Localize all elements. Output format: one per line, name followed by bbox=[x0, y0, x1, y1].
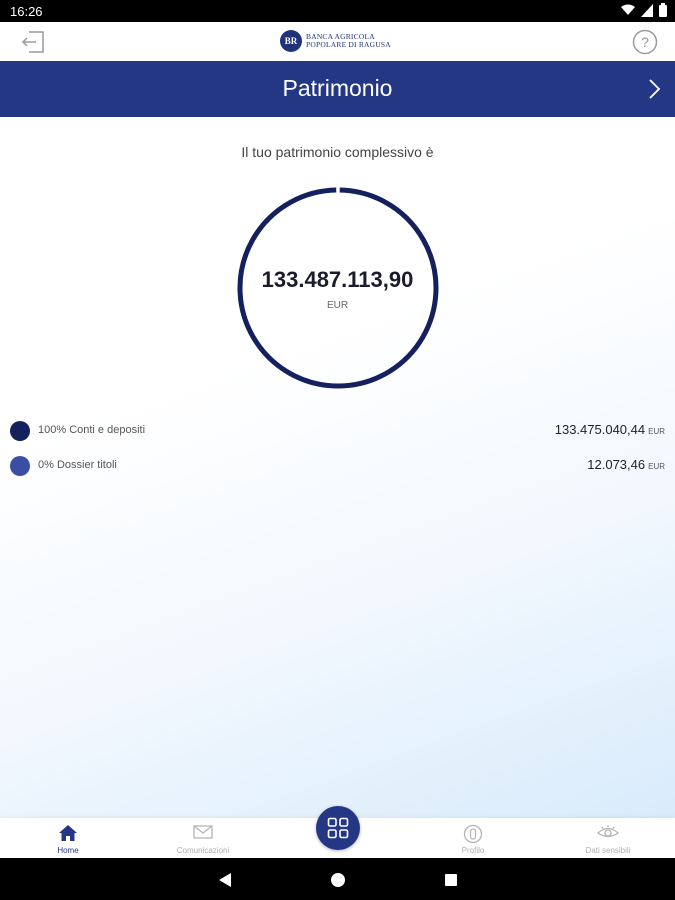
back-triangle-icon bbox=[219, 873, 231, 887]
legend-currency-dossier: EUR bbox=[648, 462, 665, 471]
legend-currency-conti: EUR bbox=[648, 427, 665, 436]
summary-subtitle: Il tuo patrimonio complessivo è bbox=[241, 144, 434, 160]
title-bar: Patrimonio bbox=[0, 61, 675, 117]
page-title: Patrimonio bbox=[282, 75, 393, 101]
status-bar: 16:26 bbox=[0, 0, 675, 22]
help-button[interactable]: ? bbox=[630, 27, 660, 57]
legend-label-dossier: 0% Dossier titoli bbox=[38, 459, 117, 471]
logo-line-2: POPOLARE DI RAGUSA bbox=[306, 40, 391, 49]
legend-amount-conti: 133.475.040,44 bbox=[554, 422, 646, 437]
signal-icon bbox=[641, 3, 653, 17]
legend-row-conti[interactable]: 100% Conti e depositi 133.475.040,44 EUR bbox=[10, 419, 665, 441]
status-icons bbox=[621, 3, 667, 17]
recents-button[interactable] bbox=[441, 870, 461, 890]
logo-mark: BR bbox=[280, 30, 302, 52]
nav-profilo[interactable]: Profilo bbox=[423, 818, 523, 858]
legend-label-conti: 100% Conti e depositi bbox=[38, 424, 146, 436]
logo-text: BANCA AGRICOLA POPOLARE DI RAGUSA bbox=[306, 33, 391, 49]
content: Il tuo patrimonio complessivo è 133.487.… bbox=[0, 117, 675, 818]
legend-row-dossier[interactable]: 0% Dossier titoli 12.073,46 EUR bbox=[10, 454, 665, 476]
next-button[interactable] bbox=[641, 75, 667, 103]
logout-button[interactable] bbox=[18, 27, 48, 57]
wifi-icon bbox=[621, 4, 635, 15]
app-header: BR BANCA AGRICOLA POPOLARE DI RAGUSA ? bbox=[0, 22, 675, 61]
legend-amount-dossier: 12.073,46 bbox=[587, 457, 646, 472]
eye-icon bbox=[597, 825, 619, 838]
recents-square-icon bbox=[445, 874, 457, 886]
nav-label-home: Home bbox=[57, 846, 79, 855]
nav-home[interactable]: Home bbox=[18, 818, 118, 858]
nav-label-comunicazioni: Comunicazioni bbox=[176, 846, 230, 855]
help-icon: ? bbox=[632, 29, 658, 55]
nav-label-profilo: Profilo bbox=[461, 846, 485, 855]
nav-dati-sensibili[interactable]: Dati sensibili bbox=[558, 818, 658, 858]
home-icon bbox=[59, 825, 77, 841]
nav-comunicazioni[interactable]: Comunicazioni bbox=[153, 818, 253, 858]
logout-icon bbox=[21, 31, 44, 53]
profile-icon bbox=[463, 824, 483, 844]
chevron-right-icon bbox=[649, 79, 661, 99]
legend-value-dossier: 12.073,46 EUR bbox=[587, 457, 665, 472]
legend-value-conti: 133.475.040,44 EUR bbox=[555, 422, 665, 437]
svg-text:?: ? bbox=[641, 34, 649, 50]
grid-icon bbox=[327, 817, 349, 839]
home-system-button[interactable] bbox=[328, 870, 348, 890]
status-time: 16:26 bbox=[10, 4, 43, 19]
back-button[interactable] bbox=[215, 870, 235, 890]
total-amount: 133.487.113,90 bbox=[261, 267, 414, 292]
home-circle-icon bbox=[331, 873, 345, 887]
menu-fab-button[interactable] bbox=[316, 806, 360, 850]
mail-icon bbox=[193, 825, 213, 839]
legend-dot-dossier bbox=[10, 456, 30, 476]
total-currency: EUR bbox=[326, 300, 349, 311]
battery-icon bbox=[659, 3, 667, 17]
bank-logo: BR BANCA AGRICOLA POPOLARE DI RAGUSA bbox=[280, 30, 391, 52]
nav-label-dati-sensibili: Dati sensibili bbox=[585, 846, 631, 855]
android-nav-bar bbox=[0, 858, 675, 900]
legend-dot-conti bbox=[10, 421, 30, 441]
